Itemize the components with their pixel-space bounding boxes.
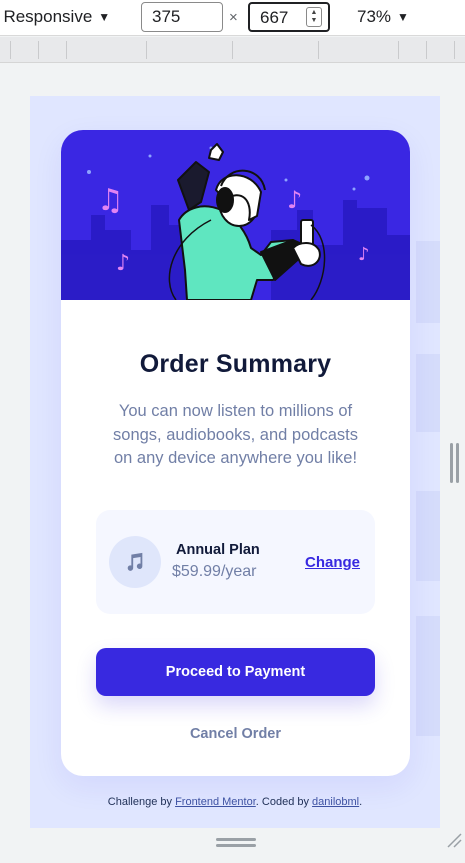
device-label: : Responsive — [0, 7, 93, 26]
change-plan-link[interactable]: Change — [305, 554, 360, 571]
ruler-tick — [146, 41, 147, 59]
page-viewport: ♫ ♪ ♪ ♪ Order Summary You can now listen… — [30, 96, 440, 828]
plan-box: Annual Plan $59.99/year Change — [96, 510, 375, 614]
summary-description: You can now listen to millions of songs,… — [113, 402, 358, 467]
svg-text:♫: ♫ — [97, 183, 124, 218]
attribution-middle: . Coded by — [255, 796, 313, 808]
height-value: 667 — [260, 8, 289, 27]
page-title: Order Summary — [139, 350, 332, 378]
ruler-tick — [454, 41, 455, 59]
emulation-stage: ♫ ♪ ♪ ♪ Order Summary You can now listen… — [0, 64, 465, 863]
music-person-illustration: ♫ ♪ ♪ ♪ — [61, 143, 410, 300]
svg-text:♪: ♪ — [287, 186, 302, 214]
resize-handle-right[interactable] — [450, 443, 460, 483]
bg-wave — [416, 616, 440, 736]
attribution-suffix: . — [359, 796, 363, 808]
device-select[interactable]: : Responsive ▼ — [0, 7, 110, 27]
attribution-prefix: Challenge by — [107, 796, 176, 808]
ruler-tick — [426, 41, 427, 59]
ruler-tick — [398, 41, 399, 59]
zoom-select[interactable]: 73% ▼ — [357, 7, 409, 27]
dropdown-arrow-icon: ▼ — [397, 10, 409, 24]
svg-text:♪: ♪ — [116, 251, 130, 276]
ruler-tick — [38, 41, 39, 59]
media-query-ruler[interactable] — [0, 37, 465, 63]
zoom-label: 73% — [357, 7, 392, 26]
times-symbol: × — [229, 9, 238, 26]
hero-illustration: ♫ ♪ ♪ ♪ — [61, 130, 410, 300]
attribution: Challenge by Frontend Mentor. Coded by d… — [30, 796, 440, 808]
plan-name: Annual Plan — [176, 542, 260, 558]
resize-handle-bottom[interactable] — [216, 838, 256, 848]
spinner-icon[interactable]: ▲ ▼ — [306, 7, 322, 27]
dropdown-arrow-icon: ▼ — [98, 10, 111, 24]
resize-corner-icon[interactable] — [446, 832, 462, 848]
width-input[interactable]: 375 — [141, 2, 223, 32]
ruler-tick — [66, 41, 67, 59]
plan-price: $59.99/year — [172, 563, 257, 580]
ruler-tick — [232, 41, 233, 59]
music-note-glyph — [127, 552, 143, 571]
frontend-mentor-link[interactable]: Frontend Mentor — [175, 796, 256, 808]
music-note-icon — [109, 536, 161, 588]
proceed-to-payment-button[interactable]: Proceed to Payment — [96, 648, 375, 696]
svg-text:♪: ♪ — [358, 244, 370, 265]
bg-wave — [416, 241, 440, 323]
devtools-toolbar: : Responsive ▼ 375 × 667 ▲ ▼ 73% ▼ — [0, 0, 465, 36]
bg-wave — [416, 354, 440, 432]
height-input[interactable]: 667 ▲ ▼ — [248, 2, 330, 32]
bg-wave — [416, 491, 440, 581]
author-link[interactable]: danilobml — [312, 796, 359, 808]
ruler-tick — [318, 41, 319, 59]
width-value: 375 — [152, 7, 181, 26]
cancel-order-button[interactable]: Cancel Order — [61, 726, 410, 742]
order-summary-card: ♫ ♪ ♪ ♪ Order Summary You can now listen… — [61, 130, 410, 776]
ruler-tick — [10, 41, 11, 59]
